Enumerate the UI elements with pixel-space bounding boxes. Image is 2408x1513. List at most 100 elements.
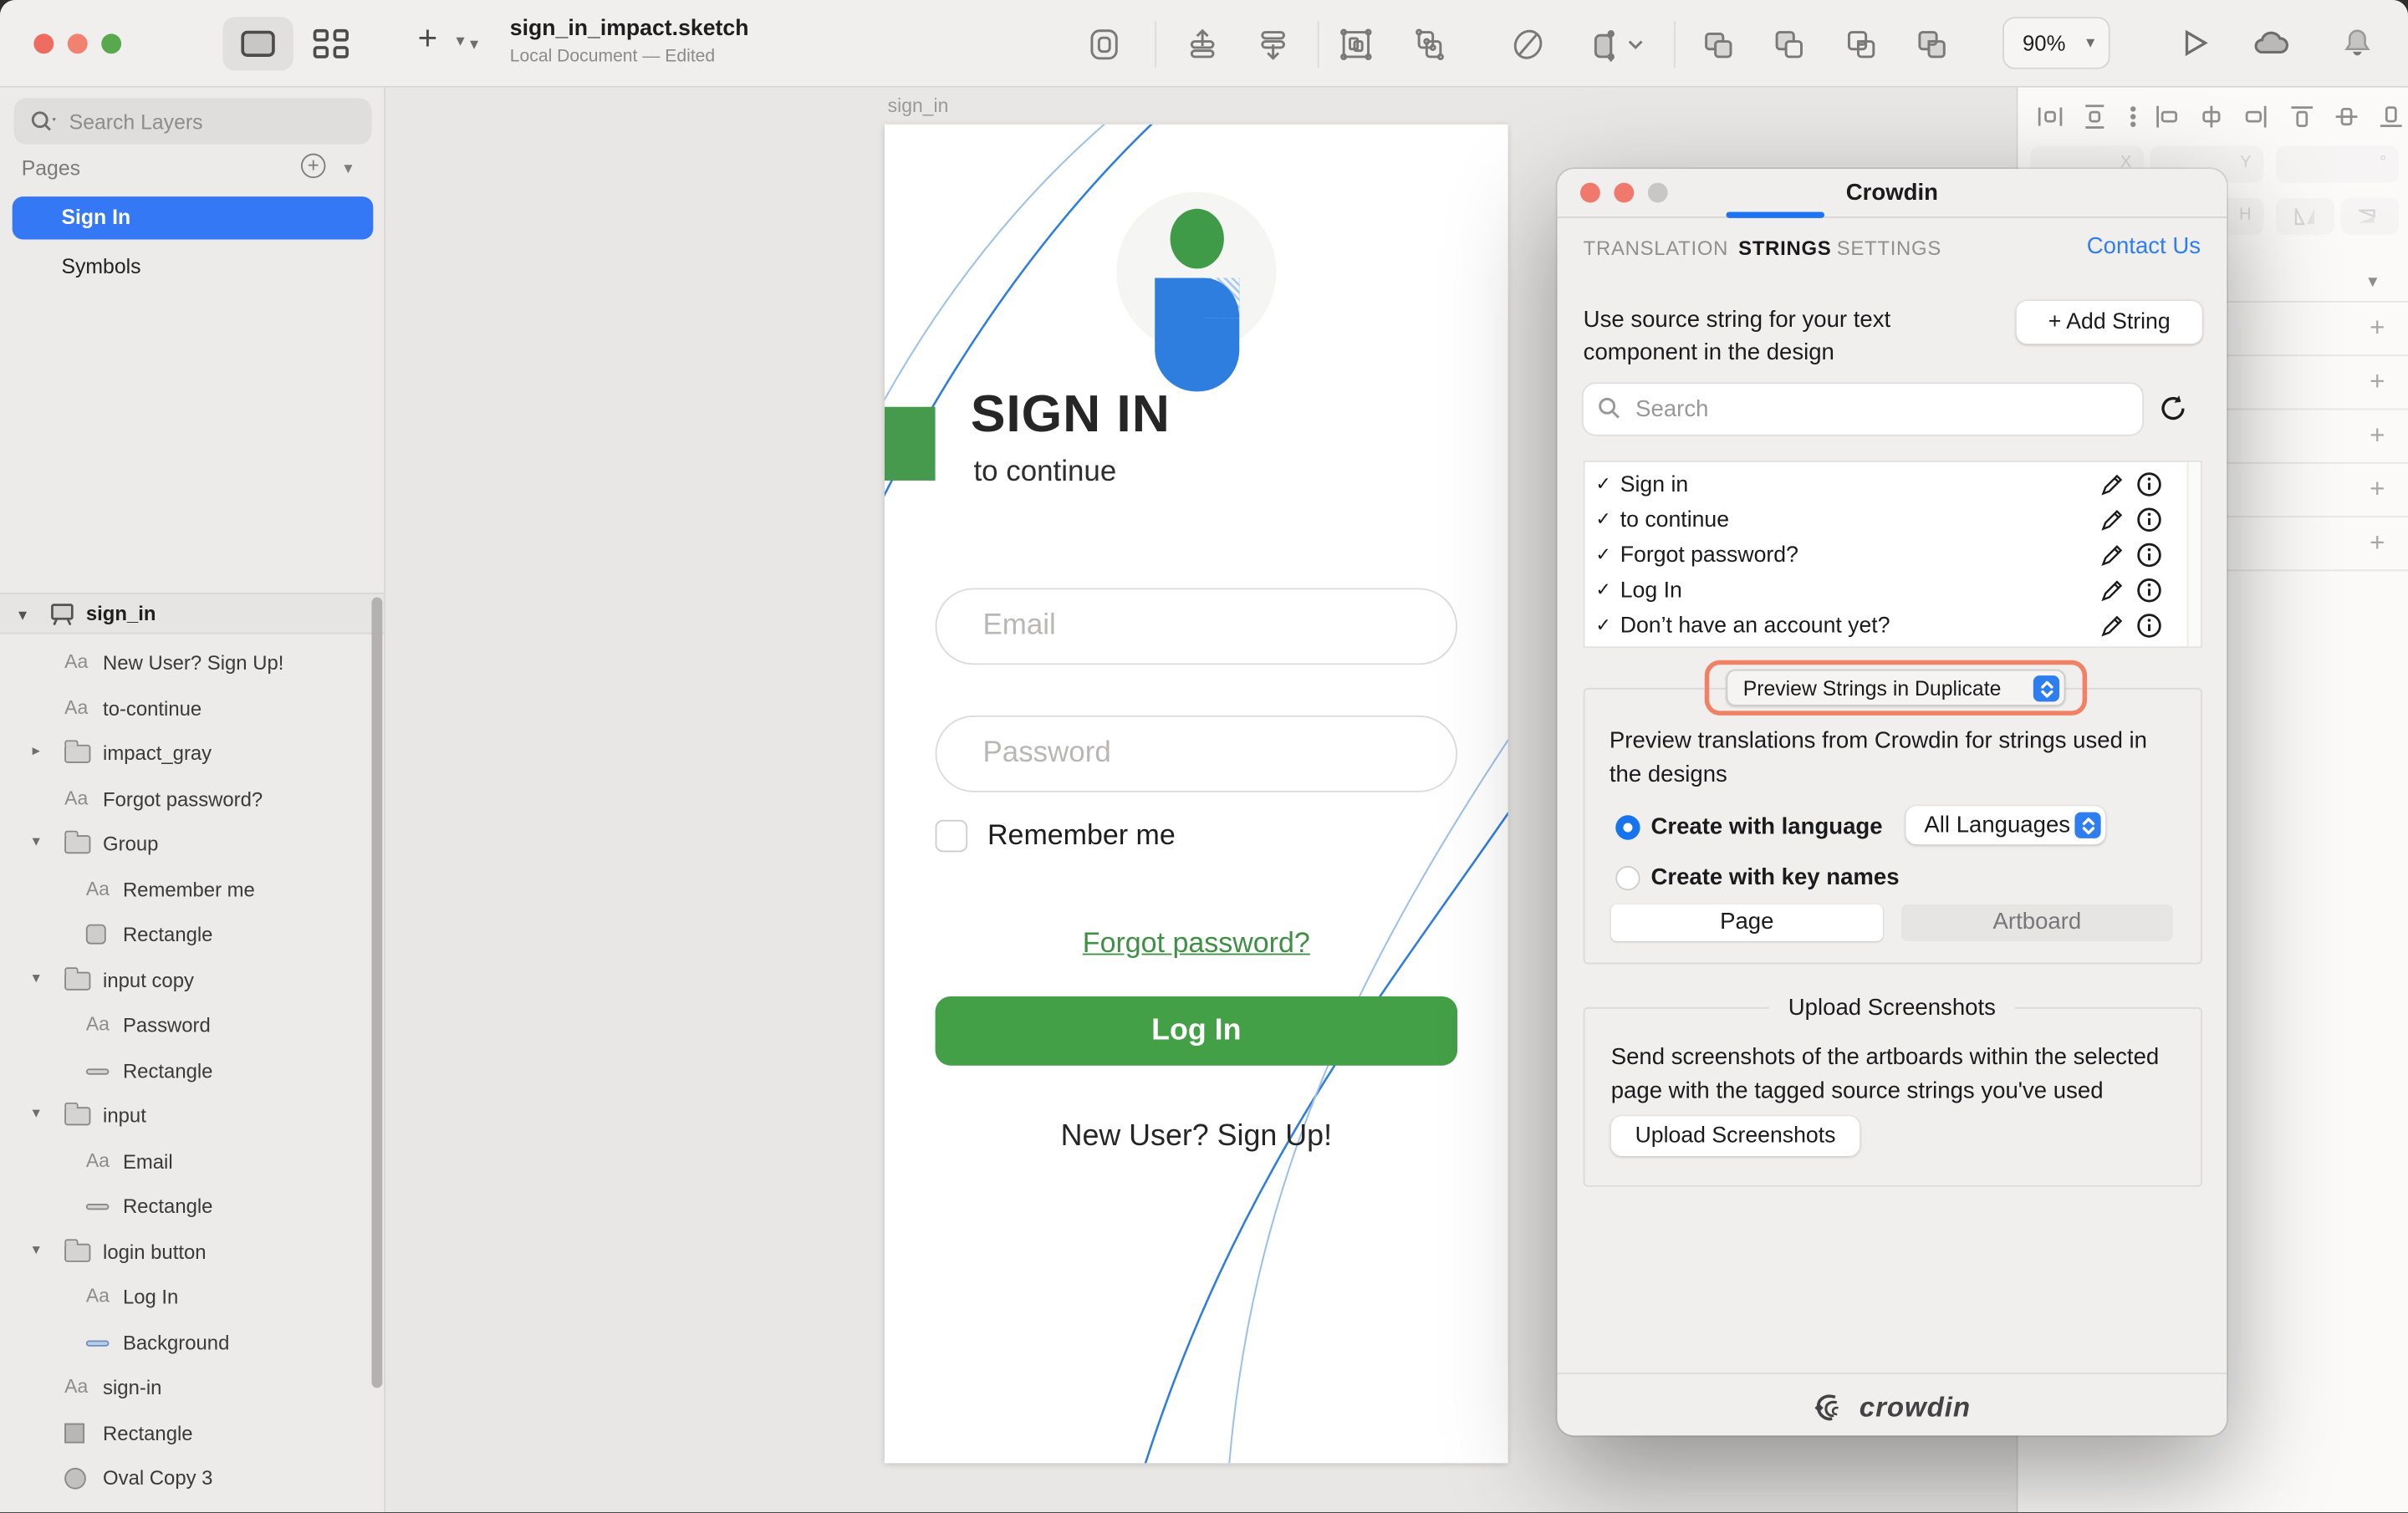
layer-row[interactable]: AaLog In <box>0 1274 369 1319</box>
create-with-key-names-radio[interactable] <box>1615 866 1640 890</box>
chevron-down-icon[interactable]: ▾ <box>33 833 40 850</box>
ungroup-icon[interactable] <box>1410 24 1450 64</box>
edit-pencil-icon[interactable] <box>2099 578 2125 611</box>
add-style-plus-icon[interactable]: + <box>2365 532 2390 556</box>
layer-row[interactable]: Rectangle <box>0 1410 369 1455</box>
align-middle-vertical-icon[interactable] <box>2333 103 2360 130</box>
page-item-sign-in[interactable]: Sign In <box>13 196 374 239</box>
layer-row[interactable]: AaNew User? Sign Up! <box>0 640 369 685</box>
strings-search-input[interactable] <box>1632 384 2124 433</box>
edit-pencil-icon[interactable] <box>2099 507 2125 540</box>
move-backward-icon[interactable] <box>1253 24 1293 64</box>
oval-tool-icon[interactable] <box>1508 24 1548 64</box>
distribute-horizontally-icon[interactable] <box>2037 103 2064 130</box>
subtract-icon[interactable] <box>1769 24 1809 64</box>
cloud-icon[interactable] <box>2252 23 2292 64</box>
edit-pencil-icon[interactable] <box>2099 542 2125 575</box>
layer-row[interactable]: Aasign-in <box>0 1365 369 1410</box>
forgot-password-link[interactable]: Forgot password? <box>885 926 1508 960</box>
insert-chevron-icon[interactable]: ▾ <box>457 31 465 51</box>
info-icon[interactable] <box>2136 507 2162 540</box>
align-left-icon[interactable] <box>2153 103 2181 130</box>
all-languages-dropdown[interactable]: All Languages <box>1905 806 2105 844</box>
string-row[interactable]: ✓ to continue <box>1585 502 2184 537</box>
components-view-toggle[interactable] <box>314 29 349 59</box>
layer-row[interactable]: AaPassword <box>0 1002 369 1047</box>
union-icon[interactable] <box>1698 24 1738 64</box>
canvas-view-toggle[interactable] <box>222 17 293 70</box>
upload-screenshots-button[interactable]: Upload Screenshots <box>1611 1116 1860 1156</box>
info-icon[interactable] <box>2136 542 2162 575</box>
add-string-button[interactable]: + Add String <box>2017 301 2202 344</box>
resize-tool-chevron-icon[interactable] <box>1625 24 1646 64</box>
document-title-chevron-icon[interactable]: ▾ <box>470 33 478 53</box>
tab-translation[interactable]: TRANSLATION <box>1584 237 1728 260</box>
distribute-vertically-icon[interactable] <box>2081 103 2109 130</box>
add-style-plus-icon[interactable]: + <box>2365 370 2390 395</box>
string-row[interactable]: ✓ Don’t have an account yet? <box>1585 608 2184 643</box>
info-icon[interactable] <box>2136 578 2162 611</box>
layer-row[interactable]: AaRemember me <box>0 867 369 912</box>
play-icon[interactable] <box>2175 23 2215 64</box>
string-row[interactable]: ✓ Forgot password? <box>1585 537 2184 573</box>
chevron-down-icon[interactable]: ▾ <box>18 605 27 625</box>
add-style-plus-icon[interactable]: + <box>2365 477 2390 502</box>
password-input[interactable] <box>980 717 1410 789</box>
align-bottom-icon[interactable] <box>2377 103 2405 130</box>
align-right-icon[interactable] <box>2242 103 2270 130</box>
password-field[interactable] <box>936 716 1457 792</box>
layer-row[interactable]: ▾input copy <box>0 957 369 1002</box>
minimize-window-button[interactable] <box>68 33 88 53</box>
add-page-icon[interactable]: + <box>301 154 325 178</box>
string-row[interactable]: ✓ Sign in <box>1585 466 2184 502</box>
move-forward-icon[interactable] <box>1182 24 1222 64</box>
strings-search-field[interactable] <box>1584 384 2143 435</box>
sidebar-scrollbar[interactable] <box>371 597 382 1388</box>
page-item-symbols[interactable]: Symbols <box>13 246 374 288</box>
align-center-horizontal-icon[interactable] <box>2197 103 2225 130</box>
log-in-button[interactable]: Log In <box>936 996 1457 1066</box>
create-with-language-radio[interactable] <box>1615 815 1640 839</box>
add-style-plus-icon[interactable]: + <box>2365 316 2390 340</box>
add-style-plus-icon[interactable]: + <box>2365 424 2390 448</box>
artboard-button[interactable]: Artboard <box>1901 904 2173 941</box>
layer-row[interactable]: Oval Copy 3 <box>0 1455 369 1500</box>
align-top-icon[interactable] <box>2288 103 2316 130</box>
preview-strings-dropdown[interactable]: Preview Strings in Duplicate <box>1726 670 2065 706</box>
intersect-icon[interactable] <box>1841 24 1881 64</box>
zoom-window-button[interactable] <box>101 33 121 53</box>
edit-pencil-icon[interactable] <box>2099 613 2125 646</box>
chevron-down-icon[interactable]: ▾ <box>33 1241 40 1258</box>
info-icon[interactable] <box>2136 613 2162 646</box>
section-chevron-down-icon[interactable]: ▾ <box>2368 270 2377 292</box>
tab-strings[interactable]: STRINGS <box>1738 237 1831 260</box>
layer-row[interactable]: ▾input <box>0 1093 369 1139</box>
string-row[interactable]: ✓ Log In <box>1585 573 2184 608</box>
insert-button[interactable]: + <box>418 18 438 59</box>
resize-tool-icon[interactable] <box>1585 24 1625 64</box>
page-button[interactable]: Page <box>1611 904 1883 941</box>
symbol-badge-icon[interactable] <box>1084 24 1125 64</box>
layer-row[interactable]: Background <box>0 1320 369 1365</box>
search-layers-field[interactable] <box>14 99 372 145</box>
difference-icon[interactable] <box>1912 24 1952 64</box>
close-window-button[interactable] <box>33 33 54 53</box>
tab-settings[interactable]: SETTINGS <box>1837 237 1941 260</box>
bell-icon[interactable] <box>2338 23 2378 64</box>
layer-row[interactable]: ▸impact_gray <box>0 731 369 776</box>
zoom-level-dropdown[interactable]: 90% ▾ <box>2002 17 2110 69</box>
layer-row[interactable]: ▾login button <box>0 1229 369 1274</box>
strings-scrollbar[interactable] <box>2187 462 2201 646</box>
sign-up-text[interactable]: New User? Sign Up! <box>885 1119 1508 1154</box>
layer-row[interactable]: Aato-continue <box>0 685 369 731</box>
layer-row[interactable]: ▾Group <box>0 822 369 867</box>
chevron-down-icon[interactable]: ▾ <box>33 1105 40 1122</box>
email-input[interactable] <box>980 589 1410 661</box>
artboard[interactable]: SIGN IN to continue Remember me Forgot p… <box>885 125 1508 1464</box>
edit-pencil-icon[interactable] <box>2099 471 2125 505</box>
artboard-title-label[interactable]: sign_in <box>888 95 949 117</box>
chevron-down-icon[interactable]: ▾ <box>33 970 40 986</box>
layer-row[interactable]: Rectangle <box>0 912 369 957</box>
layer-row[interactable]: Rectangle <box>0 1048 369 1093</box>
email-field[interactable] <box>936 588 1457 665</box>
